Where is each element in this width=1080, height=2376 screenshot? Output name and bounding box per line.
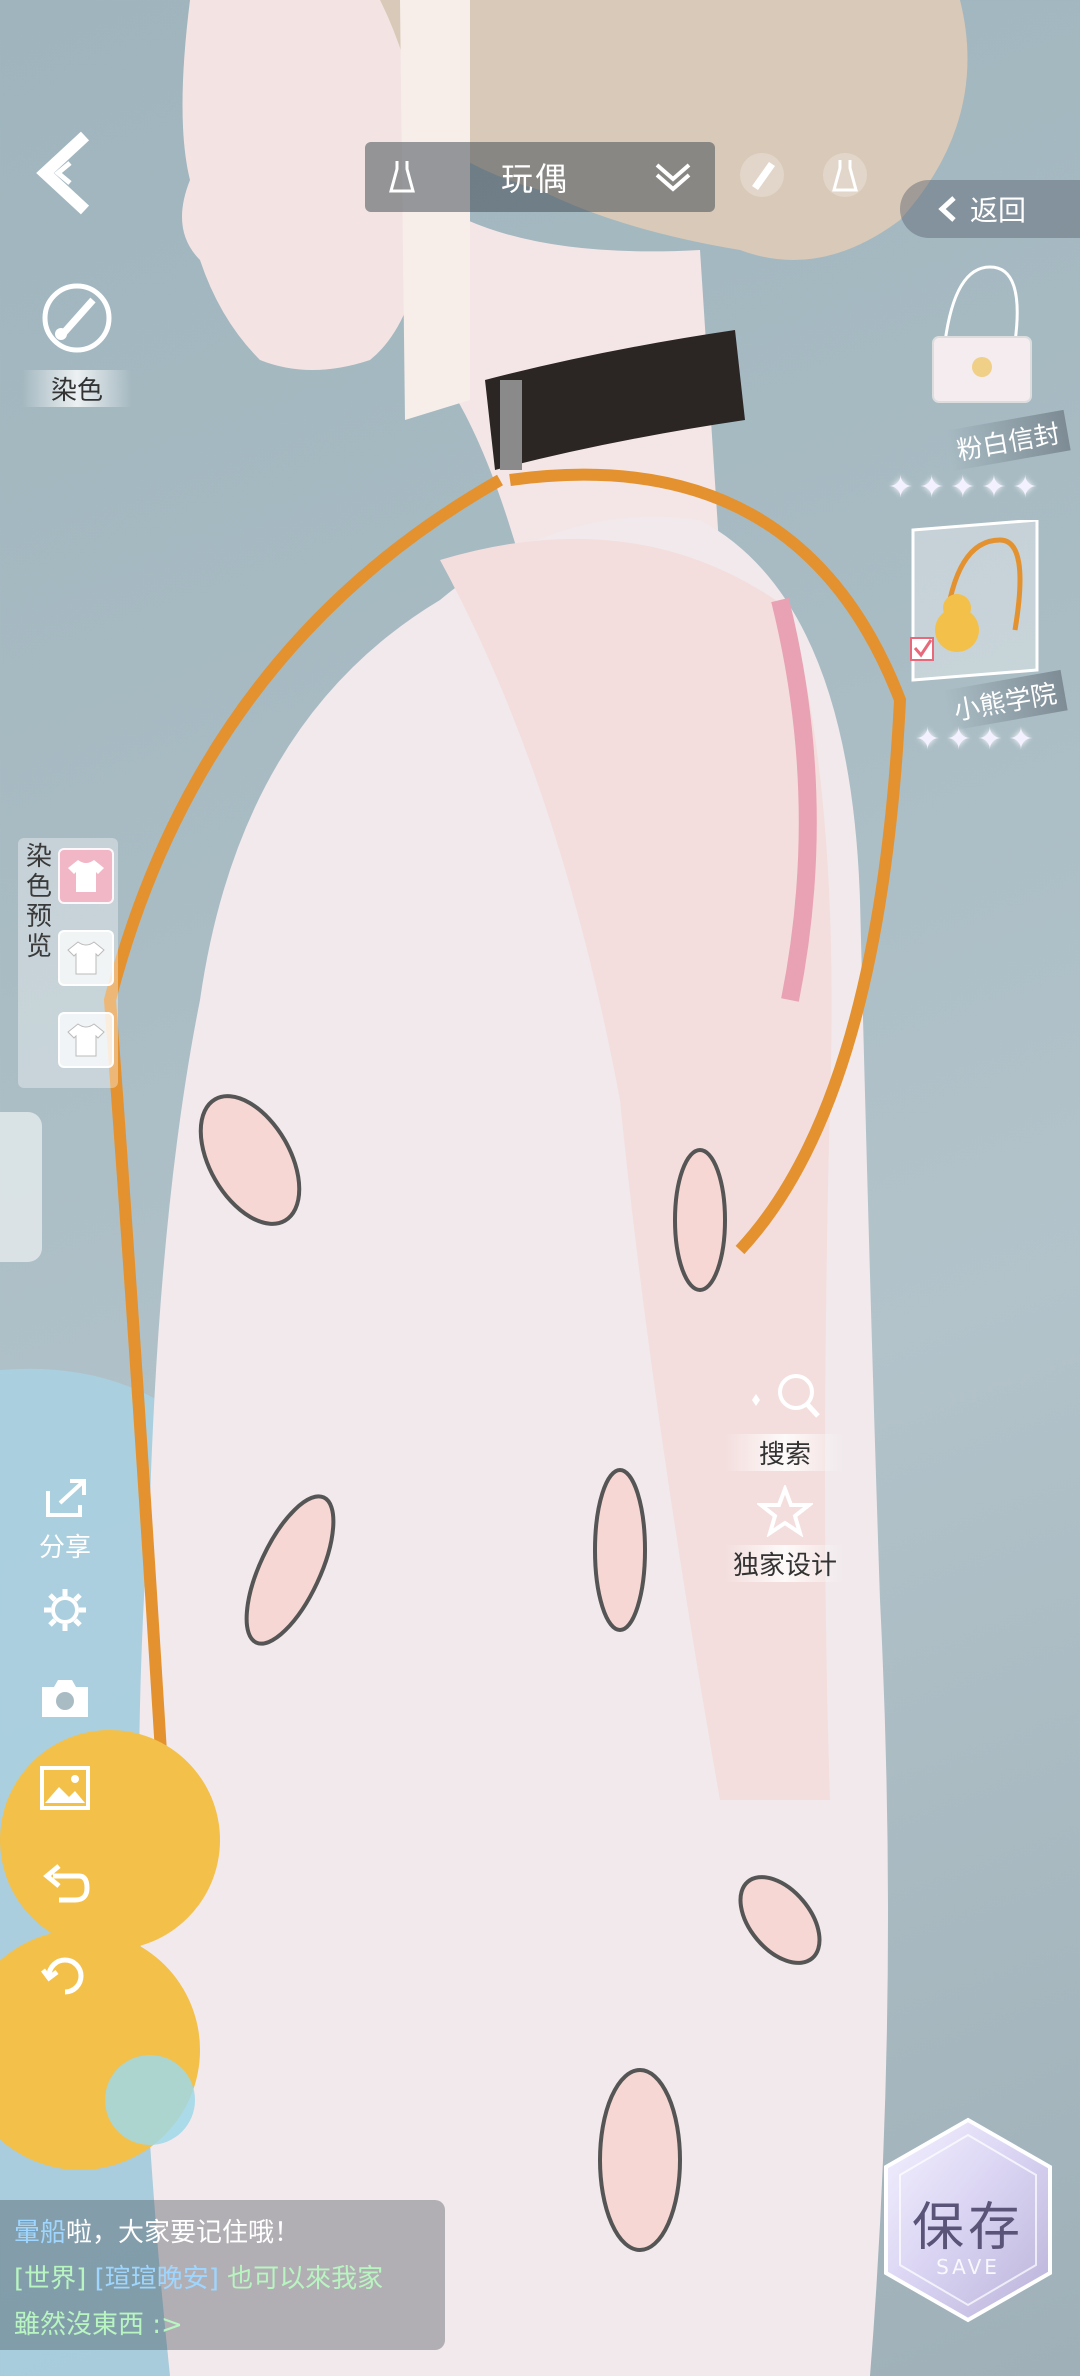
dye-label: 染色 xyxy=(22,370,132,407)
camera-button[interactable] xyxy=(30,1675,100,1725)
brush-button[interactable] xyxy=(732,145,792,205)
rotate-button[interactable] xyxy=(30,1950,100,2006)
star-icon: ✦ xyxy=(1008,722,1034,757)
star-icon: ✦ xyxy=(981,470,1007,505)
star-icon: ✦ xyxy=(977,722,1003,757)
share-icon xyxy=(46,1479,86,1517)
chevron-left-icon xyxy=(36,131,90,215)
star-icon: ✦ xyxy=(915,722,941,757)
bag-icon xyxy=(932,265,1032,403)
shirt-icon xyxy=(67,1023,105,1057)
save-button[interactable]: 保存 SAVE xyxy=(878,2115,1058,2325)
dress-icon xyxy=(823,153,867,197)
exclusive-design-button[interactable]: 独家设计 xyxy=(725,1483,845,1582)
chat-message: 也可以來我家 xyxy=(227,2264,384,2294)
outfit-button[interactable] xyxy=(815,145,875,205)
side-drawer-tab[interactable] xyxy=(0,1112,42,1262)
search-label: 搜索 xyxy=(725,1434,845,1471)
rotate-icon xyxy=(41,1957,84,1995)
star-icon: ✦ xyxy=(946,722,972,757)
item-card-bear-academy[interactable] xyxy=(905,518,1055,690)
undo-icon xyxy=(43,1864,90,1903)
chat-panel[interactable]: 暈船啦，大家要记住哦！ [世界] [瑄瑄晚安] 也可以來我家 雖然沒東西 :> xyxy=(0,2200,445,2350)
star-outline-icon xyxy=(755,1483,815,1538)
item-stars-bear-academy: ✦ ✦ ✦ ✦ xyxy=(915,722,1034,757)
palette-icon xyxy=(42,283,112,353)
search-icon xyxy=(752,1374,820,1418)
shirt-icon xyxy=(67,941,105,975)
share-label: 分享 xyxy=(38,1533,91,1563)
chat-sender[interactable]: [瑄瑄晚安] xyxy=(95,2264,219,2294)
return-label: 返回 xyxy=(970,194,1027,227)
dye-preview-label: 染色预览 xyxy=(25,842,52,962)
item-card-envelope[interactable] xyxy=(915,262,1065,422)
chat-message: 啦，大家要记住哦！ xyxy=(66,2218,301,2248)
dye-swatch-2[interactable] xyxy=(58,930,114,986)
dye-swatch-1[interactable] xyxy=(58,848,114,904)
exclusive-design-label: 独家设计 xyxy=(725,1545,845,1582)
chevron-down-icon xyxy=(655,163,691,192)
image-icon xyxy=(40,1766,90,1810)
chat-sender[interactable]: 暈船 xyxy=(14,2218,66,2248)
save-label: 保存 xyxy=(911,2198,1024,2258)
brush-icon xyxy=(740,153,784,197)
search-button[interactable]: 搜索 xyxy=(725,1370,845,1471)
back-arrow-button[interactable] xyxy=(30,128,110,218)
gallery-button[interactable] xyxy=(30,1765,100,1815)
star-icon: ✦ xyxy=(888,470,914,505)
shirt-icon xyxy=(68,860,104,892)
return-button[interactable]: 返回 xyxy=(900,180,1080,238)
settings-button[interactable] xyxy=(30,1585,100,1639)
chat-line-1: 暈船啦，大家要记住哦！ xyxy=(14,2210,431,2256)
save-sub-label: SAVE xyxy=(936,2255,1000,2279)
category-selector[interactable]: 玩偶 xyxy=(365,142,715,212)
dye-swatch-3[interactable] xyxy=(58,1012,114,1068)
camera-icon xyxy=(42,1680,88,1717)
chat-message: 雖然沒東西 :> xyxy=(14,2310,183,2340)
dress-icon xyxy=(389,161,415,193)
star-icon: ✦ xyxy=(919,470,945,505)
gear-icon xyxy=(44,1589,86,1631)
chat-channel: [世界] xyxy=(14,2264,87,2294)
star-icon: ✦ xyxy=(1012,470,1038,505)
undo-button[interactable] xyxy=(30,1860,100,1910)
category-label: 玩偶 xyxy=(500,160,569,198)
share-button[interactable]: 分享 xyxy=(30,1475,100,1564)
chat-line-2: [世界] [瑄瑄晚安] 也可以來我家 xyxy=(14,2256,431,2302)
item-stars-envelope: ✦ ✦ ✦ ✦ ✦ xyxy=(888,470,1038,505)
dye-button[interactable]: 染色 xyxy=(22,278,132,407)
dye-preview-panel: 染色预览 xyxy=(18,838,118,1088)
chevron-left-icon xyxy=(938,196,956,222)
bear-bag-icon xyxy=(910,518,1039,682)
star-icon: ✦ xyxy=(950,470,976,505)
chat-line-3: 雖然沒東西 :> xyxy=(14,2302,431,2348)
